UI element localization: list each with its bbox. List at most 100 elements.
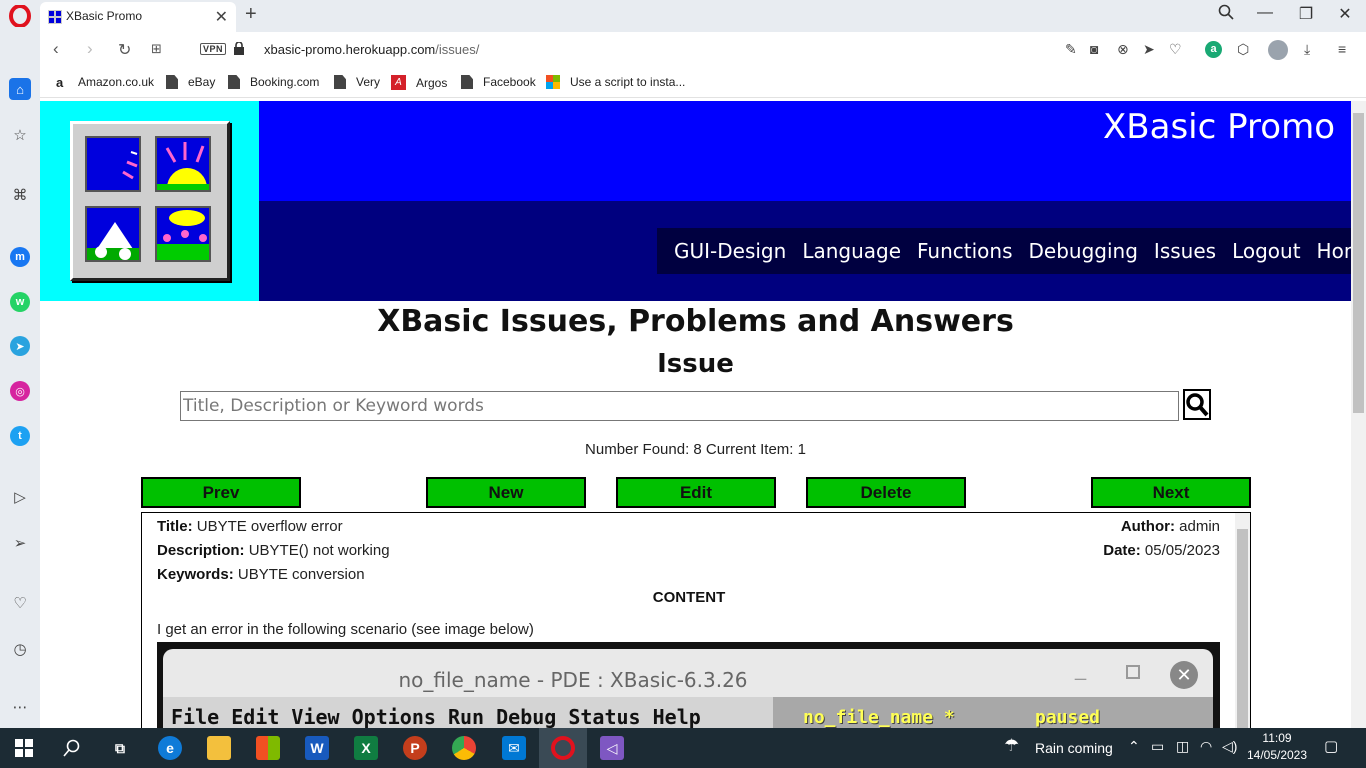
opera-logo-icon[interactable]: [9, 5, 31, 27]
new-tab-icon[interactable]: +: [245, 3, 257, 26]
search-input[interactable]: [180, 391, 1179, 421]
opera-taskbar-icon[interactable]: [551, 736, 575, 760]
issue-detail-panel[interactable]: Title: UBYTE overflow error Description:…: [141, 512, 1251, 728]
tray-chevron-icon[interactable]: ⌃: [1128, 738, 1140, 755]
ad-block-icon[interactable]: ⊗: [1117, 41, 1129, 58]
issue-description: UBYTE() not working: [248, 542, 390, 559]
send-flow-icon[interactable]: ➢: [9, 532, 31, 554]
panel-scrollbar-thumb[interactable]: [1237, 529, 1248, 728]
task-view-icon[interactable]: ⧉: [108, 736, 132, 760]
site-title: XBasic Promo: [1103, 107, 1335, 147]
send-icon[interactable]: ➤: [1143, 41, 1155, 58]
file-explorer-icon[interactable]: [207, 736, 231, 760]
windows-start-icon[interactable]: [12, 736, 36, 760]
page-icon: [166, 75, 178, 89]
bookmark-booking[interactable]: Booking.com: [228, 75, 319, 89]
edit-page-icon[interactable]: ✎: [1065, 41, 1077, 58]
minimize-icon[interactable]: —: [1250, 4, 1280, 22]
bookmarks-heart-icon[interactable]: ♡: [9, 592, 31, 614]
extensions-cube-icon[interactable]: ⬡: [1237, 41, 1249, 58]
taskbar-search-icon[interactable]: [60, 736, 84, 760]
telegram-icon[interactable]: ➤: [10, 336, 30, 356]
weather-text[interactable]: Rain coming: [1035, 740, 1113, 756]
next-button[interactable]: Next: [1091, 477, 1251, 508]
chrome-icon[interactable]: [452, 736, 476, 760]
close-window-icon[interactable]: ✕: [1330, 4, 1360, 24]
restore-icon[interactable]: ❐: [1291, 4, 1321, 24]
clock-date[interactable]: 14/05/2023: [1245, 748, 1309, 762]
prev-button[interactable]: Prev: [141, 477, 301, 508]
delete-button[interactable]: Delete: [806, 477, 966, 508]
header-banner: XBasic Promo: [259, 101, 1351, 201]
download-icon[interactable]: ⤓: [1304, 41, 1310, 58]
nav-logout[interactable]: Logout: [1232, 239, 1300, 263]
result-count: Number Found: 8 Current Item: 1: [585, 441, 806, 458]
shopping-bag-icon[interactable]: ⌘: [9, 184, 31, 206]
weather-umbrella-icon[interactable]: ☂: [1004, 736, 1019, 756]
forward-icon[interactable]: ›: [87, 39, 93, 59]
bookmark-facebook[interactable]: Facebook: [461, 75, 536, 89]
issue-author: admin: [1179, 518, 1220, 535]
messenger-icon[interactable]: m: [10, 247, 30, 267]
reload-icon[interactable]: ↻: [118, 40, 131, 60]
battery-icon[interactable]: ▭: [1151, 738, 1164, 755]
edit-button[interactable]: Edit: [616, 477, 776, 508]
content-text: I get an error in the following scenario…: [157, 621, 534, 638]
home-icon[interactable]: ⌂: [9, 78, 31, 100]
snapshot-icon[interactable]: ◙: [1090, 41, 1098, 57]
powerpoint-icon[interactable]: P: [403, 736, 427, 760]
word-icon[interactable]: W: [305, 736, 329, 760]
nav-gui-design[interactable]: GUI-Design: [674, 239, 786, 263]
meet-icon[interactable]: ◫: [1176, 738, 1189, 755]
back-icon[interactable]: ‹: [53, 39, 59, 59]
extension-a-icon[interactable]: a: [1205, 41, 1222, 58]
page-scrollbar-thumb[interactable]: [1353, 113, 1364, 413]
nav-issues[interactable]: Issues: [1154, 239, 1216, 263]
search-button[interactable]: [1183, 389, 1211, 420]
nav-debugging[interactable]: Debugging: [1029, 239, 1138, 263]
tab-close-icon[interactable]: ✕: [215, 7, 228, 27]
panel-scrollbar[interactable]: [1235, 513, 1250, 728]
instagram-icon[interactable]: ◎: [10, 381, 30, 401]
twitter-icon[interactable]: t: [10, 426, 30, 446]
nav-language[interactable]: Language: [802, 239, 901, 263]
nav-functions[interactable]: Functions: [917, 239, 1013, 263]
vpn-badge[interactable]: VPN: [200, 43, 227, 55]
tab-xbasic-promo[interactable]: XBasic Promo ✕: [40, 2, 236, 32]
mail-icon[interactable]: ✉: [502, 736, 526, 760]
new-button[interactable]: New: [426, 477, 586, 508]
edge-icon[interactable]: e: [158, 736, 182, 760]
speed-dial-icon[interactable]: ☆: [9, 124, 31, 146]
bookmark-argos[interactable]: A Argos: [391, 75, 447, 90]
heart-icon[interactable]: ♡: [1169, 41, 1182, 58]
bookmark-ebay[interactable]: eBay: [166, 75, 215, 89]
wifi-icon[interactable]: ◠: [1200, 738, 1212, 755]
history-icon[interactable]: ◷: [9, 638, 31, 660]
page-scrollbar[interactable]: [1351, 101, 1366, 728]
whatsapp-icon[interactable]: w: [10, 292, 30, 312]
issue-date-field: Date: 05/05/2023: [1103, 542, 1220, 559]
bookmark-amazon[interactable]: a Amazon.co.uk: [56, 75, 154, 90]
lock-icon[interactable]: [234, 42, 244, 55]
notifications-icon[interactable]: ▢: [1324, 737, 1338, 755]
url-field[interactable]: xbasic-promo.herokuapp.com/issues/: [264, 42, 479, 57]
more-icon[interactable]: ⋯: [9, 696, 31, 718]
clock-time[interactable]: 11:09: [1252, 731, 1302, 745]
bookmark-script[interactable]: Use a script to insta...: [546, 75, 685, 89]
bookmark-very[interactable]: Very: [334, 75, 380, 89]
tab-search-icon[interactable]: [1211, 4, 1241, 25]
easy-setup-icon[interactable]: ≡: [1338, 41, 1346, 57]
tab-grid-icon[interactable]: ⊞: [151, 41, 162, 57]
nav-home[interactable]: Home: [1317, 239, 1351, 263]
page-icon: [228, 75, 240, 89]
pde-minimize-icon: _: [1075, 659, 1087, 681]
player-icon[interactable]: ▷: [9, 486, 31, 508]
visual-studio-icon[interactable]: ◁: [600, 736, 624, 760]
embedded-screenshot: no_file_name - PDE : XBasic-6.3.26 _ ✕ F…: [157, 642, 1220, 728]
profile-avatar-icon[interactable]: [1268, 40, 1288, 60]
pde-menu-items: File Edit View Options Run Debug Status …: [171, 705, 701, 728]
store-icon[interactable]: [256, 736, 280, 760]
volume-icon[interactable]: ◁): [1222, 738, 1237, 755]
excel-icon[interactable]: X: [354, 736, 378, 760]
xbasic-logo[interactable]: [70, 121, 230, 281]
